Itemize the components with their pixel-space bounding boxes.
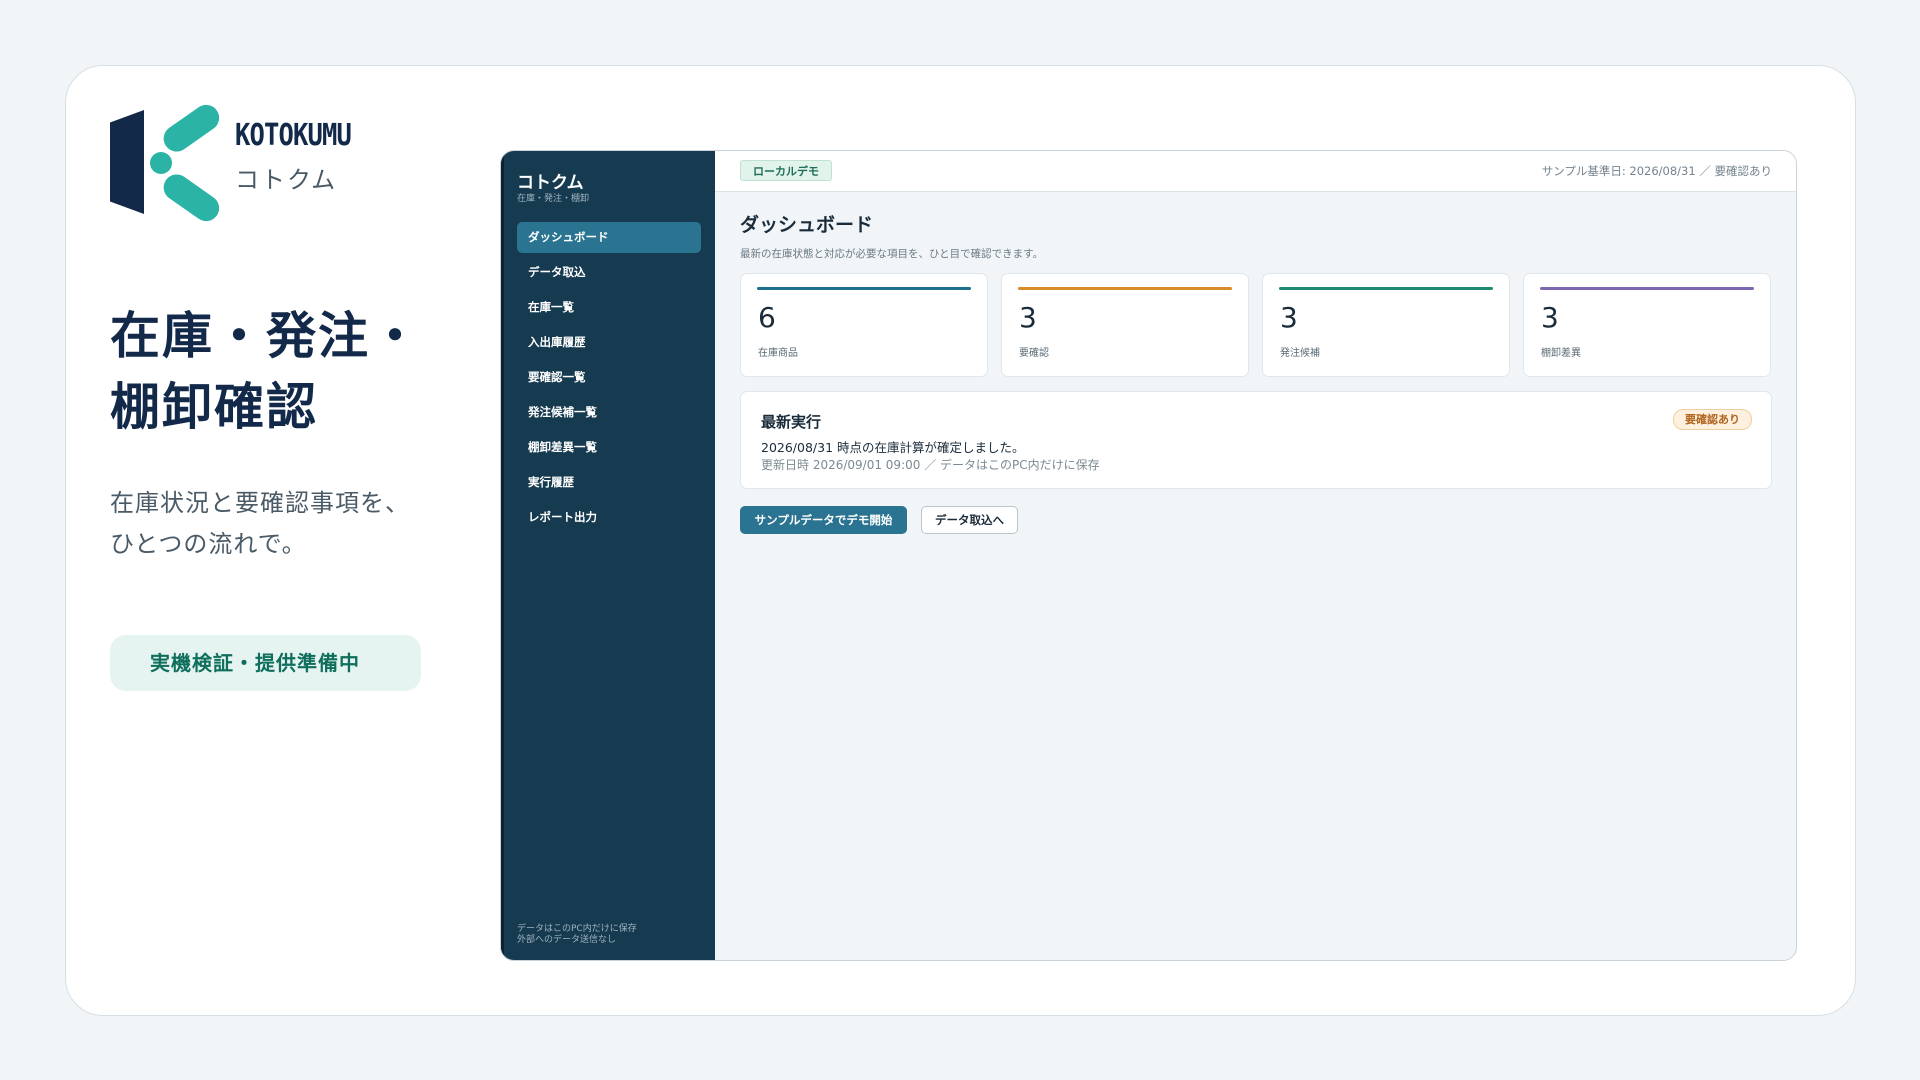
page-description: 最新の在庫状態と対応が必要な項目を、ひと目で確認できます。 [740,248,1044,260]
kpi-card-needs-review[interactable]: 3 要確認 [1001,273,1249,377]
kpi-value: 3 [1019,301,1037,334]
go-to-import-button[interactable]: データ取込へ [921,506,1018,534]
kpi-card-stocktake-diff[interactable]: 3 棚卸差異 [1523,273,1771,377]
kpi-label: 棚卸差異 [1541,348,1581,359]
hero-headline-line1: 在庫・発注・ [110,307,422,365]
kpi-accent-bar [1018,287,1232,290]
sidebar-footer-line2: 外部へのデータ送信なし [517,935,617,945]
sidebar-item-report-export[interactable]: レポート出力 [517,502,701,533]
kpi-accent-bar [1540,287,1754,290]
sidebar-item-data-import[interactable]: データ取込 [517,257,701,288]
sidebar-nav: ダッシュボード データ取込 在庫一覧 入出庫履歴 要確認一覧 発注候補一覧 棚卸… [517,222,701,537]
kpi-value: 3 [1541,301,1559,334]
sidebar-item-review-list[interactable]: 要確認一覧 [517,362,701,393]
kpi-accent-bar [1279,287,1493,290]
sidebar-item-dashboard[interactable]: ダッシュボード [517,222,701,253]
kpi-accent-bar [757,287,971,290]
sidebar-footer: データはこのPC内だけに保存 外部へのデータ送信なし [517,924,637,946]
topbar: ローカルデモ サンプル基準日: 2026/08/31 ／ 要確認あり [715,151,1796,192]
sidebar-footer-line1: データはこのPC内だけに保存 [517,924,637,934]
kpi-label: 発注候補 [1280,348,1320,359]
kpi-card-order-candidates[interactable]: 3 発注候補 [1262,273,1510,377]
sidebar-item-run-history[interactable]: 実行履歴 [517,467,701,498]
latest-run-title: 最新実行 [761,413,822,431]
latest-run-meta: 更新日時 2026/09/01 09:00 ／ データはこのPC内だけに保存 [761,458,1100,472]
local-demo-badge: ローカルデモ [740,160,832,181]
sidebar-item-order-candidates[interactable]: 発注候補一覧 [517,397,701,428]
start-demo-button[interactable]: サンプルデータでデモ開始 [740,506,907,534]
sidebar-item-stocktake-diff[interactable]: 棚卸差異一覧 [517,432,701,463]
dashboard-main: ダッシュボード 最新の在庫状態と対応が必要な項目を、ひと目で確認できます。 6 … [715,192,1796,960]
latest-run-message: 2026/08/31 時点の在庫計算が確定しました。 [761,440,1025,455]
sidebar-app-title: コトクム [517,173,584,193]
page-title: ダッシュボード [740,214,874,236]
brand-name-en: KOTOKUMU [235,118,352,153]
hero-subtext-line1: 在庫状況と要確認事項を、 [110,489,410,517]
sidebar-app-subtitle: 在庫・発注・棚卸 [517,194,590,204]
needs-review-badge: 要確認あり [1673,409,1752,430]
sample-date-meta: サンプル基準日: 2026/08/31 ／ 要確認あり [1541,164,1772,178]
sidebar-item-inventory-list[interactable]: 在庫一覧 [517,292,701,323]
kpi-label: 要確認 [1019,348,1049,359]
status-pill: 実機検証・提供準備中 [110,635,421,691]
kpi-label: 在庫商品 [758,348,798,359]
latest-run-card: 最新実行 要確認あり 2026/08/31 時点の在庫計算が確定しました。 更新… [740,391,1772,489]
brand-name-jp: コトクム [235,166,338,194]
hero-headline-line2: 棚卸確認 [110,378,318,436]
hero-subtext-line2: ひとつの流れで。 [110,530,307,558]
sidebar: コトクム 在庫・発注・棚卸 ダッシュボード データ取込 在庫一覧 入出庫履歴 要… [501,151,715,960]
sidebar-item-stock-history[interactable]: 入出庫履歴 [517,327,701,358]
kpi-value: 3 [1280,301,1298,334]
app-window: コトクム 在庫・発注・棚卸 ダッシュボード データ取込 在庫一覧 入出庫履歴 要… [500,150,1797,961]
kpi-value: 6 [758,301,776,334]
kpi-card-inventory-items[interactable]: 6 在庫商品 [740,273,988,377]
